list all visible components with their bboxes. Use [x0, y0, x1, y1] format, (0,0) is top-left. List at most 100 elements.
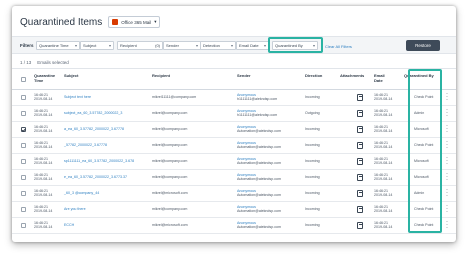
filter-detection[interactable]: Detection ▾ [200, 41, 236, 50]
table-row[interactable]: 16:46:21 2019-08-14 Subject text here mik… [12, 90, 456, 106]
filter-email-date-label: Email Date [239, 43, 259, 48]
direction: Incoming [305, 159, 320, 163]
table-row[interactable]: 16:46:21 2019-08-14 sp1111111_ea_60_3.577… [12, 154, 456, 170]
clear-all-filters-link[interactable]: Clear All Filters [325, 44, 352, 49]
direction: Incoming [305, 143, 320, 147]
column-direction[interactable]: Direction [305, 73, 322, 78]
sender: Anonymous Automation@aiekndsp.com [237, 173, 282, 182]
email-date: 16:46:21 2019-08-14 [374, 189, 393, 198]
quarantine-window: Quarantined Items Office 365 Mail ▾ Filt… [12, 6, 456, 242]
subject-link[interactable]: _57782_2000022_3.67778 [64, 143, 107, 147]
attachment-icon[interactable] [357, 206, 363, 213]
direction: Incoming [305, 191, 320, 195]
title-row: Quarantined Items Office 365 Mail ▾ [20, 14, 161, 30]
subject-link[interactable]: subject_ea_60_3.57782_2000022_3 [64, 111, 122, 115]
column-sender[interactable]: Sender [237, 73, 251, 78]
mailbox-select[interactable]: Office 365 Mail ▾ [108, 16, 161, 28]
quarantined-by-filter-highlight [268, 37, 323, 53]
email-date: 16:46:21 2019-08-14 [374, 125, 393, 134]
quarantine-time: 16:46:21 2019-08-14 [34, 125, 53, 134]
email-date: 16:46:21 2019-08-14 [374, 173, 393, 182]
email-date: 16:46:21 2019-08-14 [374, 141, 393, 150]
column-subject[interactable]: Subject [64, 73, 78, 78]
recipient: mikrel@company.com [152, 207, 188, 211]
subject-link[interactable]: Are you there [64, 207, 86, 211]
more-options-icon[interactable]: · · · [446, 91, 448, 103]
attachment-icon[interactable] [357, 190, 363, 197]
subject-link[interactable]: a_ea_60_3.57782_2000022_3.67778 [64, 127, 124, 131]
attachment-icon[interactable] [357, 158, 363, 165]
attachment-icon[interactable] [357, 222, 363, 229]
recipient: mikrel@company.com [152, 127, 188, 131]
row-checkbox[interactable] [21, 95, 26, 100]
table-header: Quarantine Time Subject Recipient Sender… [12, 68, 456, 90]
filter-email-date[interactable]: Email Date ▾ [236, 41, 269, 50]
subject-link[interactable]: e_ea_60_3.57782_2000022_3.6773.37 [64, 175, 127, 179]
quarantine-table: Quarantine Time Subject Recipient Sender… [12, 68, 456, 234]
table-row[interactable]: 16:46:21 2019-08-14 _57782_2000022_3.6777… [12, 138, 456, 154]
row-checkbox[interactable] [21, 207, 26, 212]
filter-quarantine-time[interactable]: Quarantine Time ▾ [36, 41, 80, 50]
attachment-icon[interactable] [357, 110, 363, 117]
more-options-icon[interactable]: · · · [446, 139, 448, 151]
office365-icon [112, 19, 119, 25]
row-checkbox[interactable] [21, 159, 26, 164]
page-title: Quarantined Items [20, 16, 103, 28]
column-attachments[interactable]: Attachments [340, 73, 364, 78]
attachment-icon[interactable] [357, 94, 363, 101]
subject-link[interactable]: _60_3 @company_44 [64, 191, 99, 195]
row-checkbox[interactable] [21, 223, 26, 228]
row-checkbox[interactable] [21, 143, 26, 148]
row-checkbox[interactable] [21, 191, 26, 196]
more-options-icon[interactable]: · · · [446, 123, 448, 135]
email-date: 16:46:21 2019-08-14 [374, 93, 393, 102]
row-checkbox[interactable] [21, 111, 26, 116]
select-all-checkbox[interactable] [21, 77, 26, 82]
selection-text: Emails selected [37, 60, 69, 65]
more-options-icon[interactable]: · · · [446, 107, 448, 119]
column-email-date[interactable]: Email Date [374, 73, 392, 83]
more-options-icon[interactable]: · · · [446, 203, 448, 215]
chevron-down-icon: ▾ [154, 19, 157, 24]
table-row[interactable]: 16:46:21 2019-08-14 subject_ea_60_3.57782… [12, 106, 456, 122]
filter-subject-label: Subject [83, 43, 97, 48]
restore-button[interactable]: Restore [406, 40, 440, 51]
table-body: 16:46:21 2019-08-14 Subject text here mik… [12, 90, 456, 234]
row-checkbox[interactable] [21, 175, 26, 180]
filter-recipient[interactable]: Recipient (0) [117, 41, 163, 50]
table-row[interactable]: 16:46:21 2019-08-14 Are you there mikrel@… [12, 202, 456, 218]
filter-recipient-count: (0) [155, 43, 160, 48]
sender: Anonymous Automation@aiekndsp.com [237, 125, 282, 134]
attachment-icon[interactable] [357, 126, 363, 133]
attachment-icon[interactable] [357, 174, 363, 181]
email-date: 16:46:21 2019-08-14 [374, 205, 393, 214]
subject-link[interactable]: sp1111111_ea_60_3.57782_2000022_3.678 [64, 159, 134, 163]
column-recipient[interactable]: Recipient [152, 73, 170, 78]
more-options-icon[interactable]: · · · [446, 171, 448, 183]
chevron-down-icon: ▾ [230, 43, 233, 48]
filter-subject[interactable]: Subject ▾ [80, 41, 114, 50]
subject-link[interactable]: Subject text here [64, 95, 91, 99]
direction: Incoming [305, 207, 320, 211]
table-row[interactable]: 16:46:21 2019-08-14 _60_3 @company_44 mik… [12, 186, 456, 202]
filter-bar: Filters Quarantine Time ▾ Subject ▾ Recipi… [12, 36, 456, 54]
attachment-icon[interactable] [357, 142, 363, 149]
more-options-icon[interactable]: · · · [446, 187, 448, 199]
selection-count: 1 / 13 Emails selected [20, 60, 69, 65]
more-options-icon[interactable]: · · · [446, 219, 448, 231]
subject-link[interactable]: ECCH [64, 223, 74, 227]
table-row[interactable]: 16:46:21 2019-08-14 a_ea_60_3.57782_20000… [12, 122, 456, 138]
mailbox-label: Office 365 Mail [121, 19, 152, 25]
quarantined-by-column-highlight [408, 69, 442, 233]
table-row[interactable]: 16:46:21 2019-08-14 ECCH mikrel@microsoft… [12, 218, 456, 234]
more-options-icon[interactable]: · · · [446, 155, 448, 167]
row-checkbox[interactable] [21, 127, 26, 132]
direction: Incoming [305, 175, 320, 179]
sender: Anonymous Automation@aiekndsp.com [237, 205, 282, 214]
column-quarantine-time[interactable]: Quarantine Time [34, 73, 64, 83]
filter-detection-label: Detection [203, 43, 220, 48]
recipient: mikrel@company.com [152, 159, 188, 163]
filter-sender[interactable]: Sender ▾ [163, 41, 201, 50]
table-row[interactable]: 16:46:21 2019-08-14 e_ea_60_3.57782_20000… [12, 170, 456, 186]
filter-quarantine-time-label: Quarantine Time [39, 43, 69, 48]
